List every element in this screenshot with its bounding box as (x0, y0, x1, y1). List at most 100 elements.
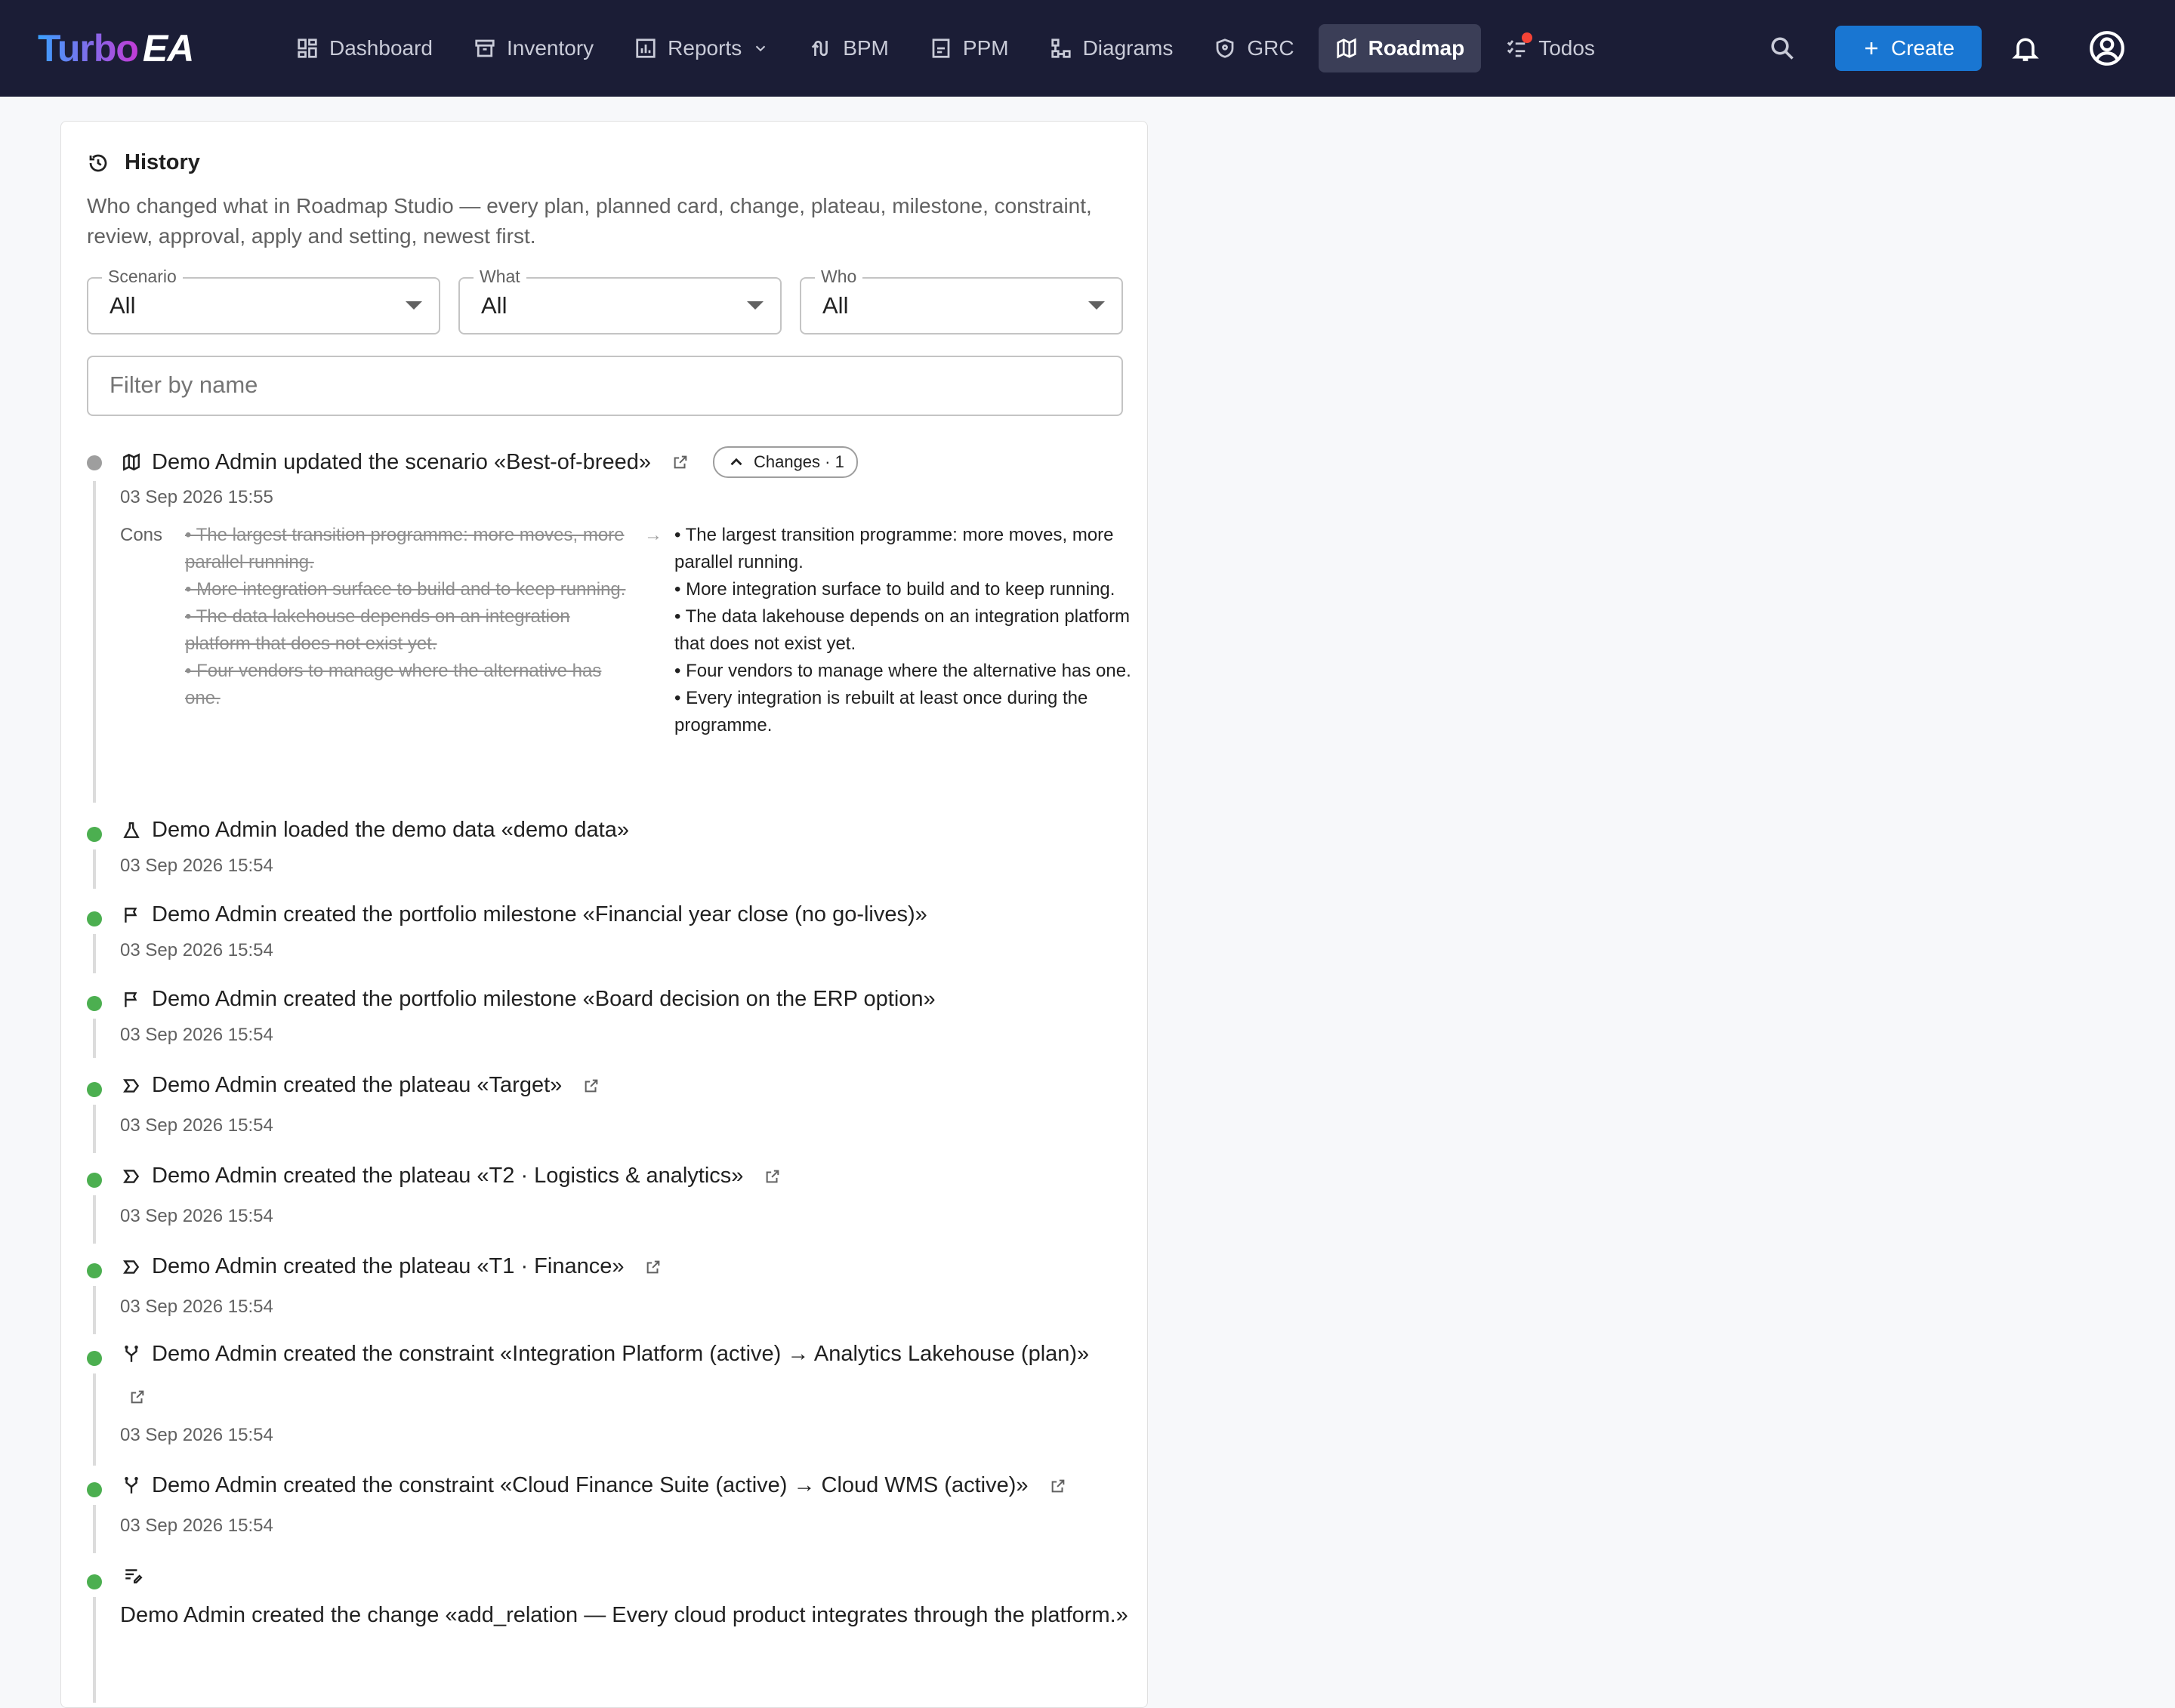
search-button[interactable] (1764, 30, 1800, 66)
nav-inventory[interactable]: Inventory (457, 24, 610, 72)
history-entry-title: Demo Admin created the plateau «T2 · Log… (122, 1164, 781, 1189)
roadmap-icon (1337, 38, 1356, 59)
roadmap-icon (123, 453, 140, 471)
grc-icon (1217, 39, 1234, 58)
history-entry-text: Demo Admin loaded the demo data «demo da… (152, 818, 629, 842)
timeline-dot (87, 996, 102, 1011)
notifications-button[interactable] (2006, 29, 2045, 68)
timeline-line (93, 481, 96, 803)
history-entry-title: Demo Admin loaded the demo data «demo da… (122, 818, 629, 843)
nav-inventory-label: Inventory (506, 36, 594, 60)
diff-field-label: Cons (120, 525, 163, 545)
chevron-up-icon (730, 458, 742, 466)
history-entry-title: Demo Admin created the portfolio milesto… (122, 902, 927, 927)
history-entry-date: 03 Sep 2026 15:54 (120, 1425, 273, 1445)
diff-new-line: • The largest transition programme: more… (674, 525, 1114, 572)
dropdown-arrow-icon (1088, 301, 1105, 310)
history-entry-date: 03 Sep 2026 15:54 (120, 856, 273, 876)
open-external-icon[interactable] (764, 1168, 781, 1185)
history-entry-title: Demo Admin updated the scenario «Best-of… (122, 446, 858, 478)
app-logo[interactable]: Turbo EA (38, 23, 194, 74)
diff-arrow-icon: → (644, 525, 662, 545)
top-app-bar: Turbo EA Dashboard Inventory Reports BPM… (0, 0, 2175, 97)
panel-header: History (87, 150, 200, 175)
nav-diagrams[interactable]: Diagrams (1033, 24, 1190, 72)
open-external-icon[interactable] (645, 1259, 662, 1275)
history-entry-text: Demo Admin created the constraint «Integ… (152, 1342, 1090, 1366)
timeline-line (93, 1019, 96, 1058)
notification-dot (1522, 32, 1533, 43)
constraint-icon (125, 1476, 138, 1494)
filter-by-name-field[interactable] (87, 356, 1123, 416)
diff-old-line: • The data lakehouse depends on an integ… (185, 606, 570, 654)
what-select-label: What (474, 267, 526, 287)
history-entry-text: Demo Admin created the plateau «Target» (152, 1073, 563, 1097)
timeline-dot (87, 1263, 102, 1278)
plateau-icon (123, 1078, 140, 1093)
reports-icon (636, 39, 656, 58)
nav-grc-label: GRC (1247, 36, 1294, 60)
nav-diagrams-label: Diagrams (1082, 36, 1174, 60)
nav-roadmap-label: Roadmap (1368, 36, 1465, 60)
nav-dashboard-label: Dashboard (329, 36, 433, 60)
nav-ppm[interactable]: PPM (913, 24, 1026, 72)
scenario-select-label: Scenario (102, 267, 183, 287)
changes-chip-label: Changes · 1 (753, 452, 844, 471)
timeline-line (93, 1597, 96, 1703)
todos-icon-wrap (1505, 32, 1533, 60)
open-external-icon[interactable] (129, 1389, 146, 1405)
timeline-dot (87, 1351, 102, 1366)
diff-old-line: • More integration surface to build and … (185, 579, 626, 600)
flask-icon (123, 822, 140, 838)
panel-title: History (125, 150, 200, 174)
history-entry-title: Demo Admin created the portfolio milesto… (122, 987, 936, 1012)
history-entry-title: Demo Admin created the constraint «Integ… (122, 1342, 1089, 1367)
history-entry-text: Demo Admin updated the scenario «Best-of… (152, 449, 651, 474)
history-entry-date: 03 Sep 2026 15:54 (120, 1296, 273, 1317)
timeline-dot (87, 1574, 102, 1589)
create-button-label: Create (1890, 36, 1955, 60)
open-external-icon[interactable] (672, 454, 689, 470)
history-entry-text: Demo Admin created the plateau «T1 · Fin… (152, 1254, 625, 1278)
timeline-line (93, 1195, 96, 1244)
open-external-icon[interactable] (1050, 1478, 1066, 1494)
timeline-dot (87, 1082, 102, 1097)
open-external-icon[interactable] (583, 1078, 600, 1094)
plus-icon (1865, 42, 1877, 54)
who-select-label: Who (815, 267, 863, 287)
timeline-line (93, 1286, 96, 1334)
timeline-line (93, 1505, 96, 1553)
nav-reports[interactable]: Reports (618, 24, 785, 72)
timeline-line (93, 1105, 96, 1153)
timeline-dot (87, 1482, 102, 1497)
create-button[interactable]: Create (1835, 26, 1982, 71)
scenario-select-value: All (110, 292, 136, 319)
timeline-line (93, 849, 96, 889)
nav-todos[interactable]: Todos (1489, 24, 1612, 72)
nav-roadmap[interactable]: Roadmap (1318, 24, 1482, 72)
nav-bpm[interactable]: BPM (793, 24, 905, 72)
nav-dashboard[interactable]: Dashboard (279, 24, 449, 72)
who-select[interactable]: Who All (800, 267, 1123, 335)
chevron-down-icon (755, 45, 766, 52)
ppm-icon (932, 39, 950, 58)
changes-toggle-chip[interactable]: Changes · 1 (712, 446, 858, 478)
plateau-icon (123, 1169, 140, 1183)
filter-by-name-input[interactable] (108, 371, 1093, 399)
scenario-select[interactable]: Scenario All (87, 267, 440, 335)
what-select[interactable]: What All (458, 267, 782, 335)
account-button[interactable] (2084, 26, 2130, 71)
history-entry-date: 03 Sep 2026 15:54 (120, 1206, 273, 1226)
diff-new-line: • Four vendors to manage where the alter… (674, 661, 1131, 681)
nav-grc[interactable]: GRC (1197, 24, 1310, 72)
timeline-dot (87, 827, 102, 842)
history-entry-text: Demo Admin created the plateau «T2 · Log… (152, 1164, 744, 1188)
history-entry-text: Demo Admin created the portfolio milesto… (152, 902, 927, 926)
dropdown-arrow-icon (406, 301, 422, 310)
timeline-line (93, 934, 96, 973)
history-entry-text: Demo Admin created the constraint «Cloud… (152, 1473, 1029, 1497)
diff-new-line: • More integration surface to build and … (674, 579, 1115, 600)
nav-bpm-label: BPM (843, 36, 889, 60)
history-entry-date: 03 Sep 2026 15:54 (120, 1515, 273, 1536)
history-entry-date: 03 Sep 2026 15:54 (120, 1115, 273, 1136)
